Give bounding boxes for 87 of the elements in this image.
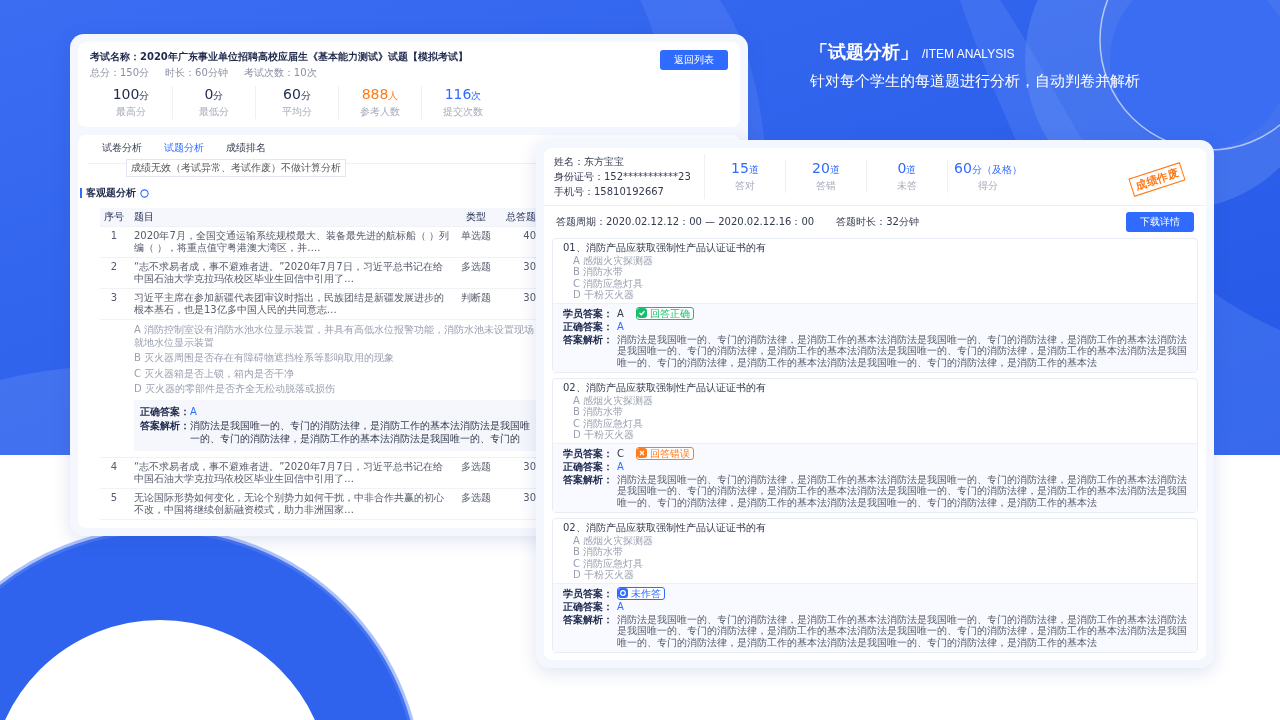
answer-option: A 消防控制室设有消防水池水位显示装置，并具有高低水位报警功能，消防水池未设置现场就地水位显示装置 bbox=[134, 324, 536, 349]
analysis-label: 答案解析： bbox=[563, 333, 613, 345]
column-header: 题目 bbox=[134, 211, 155, 223]
answer-option: C 灭火器箱是否上锁，箱内是否干净 bbox=[134, 367, 536, 380]
answer-option: D 灭火器的零部件是否齐全无松动脱落或损伤 bbox=[134, 383, 536, 396]
answer-option: C 消防应急灯具 bbox=[563, 417, 1187, 429]
answer-period: 答题周期：2020.02.12.12：00 — 2020.02.12.16：00 bbox=[556, 215, 815, 229]
section-description: 针对每个学生的每道题进行分析，自动判卷并解析 bbox=[810, 72, 1140, 91]
stat-label: 答对 bbox=[734, 179, 756, 193]
answer-value: A bbox=[190, 405, 197, 418]
answer-option: C 消防应急灯具 bbox=[563, 557, 1187, 569]
analysis-text: 消防法是我国唯一的、专门的消防法律，是消防工作的基本法消防法是我国唯一的、专门的消防法律，是消防工作的基本法消防法是我国唯一的、专门的 bbox=[190, 420, 530, 445]
stat-value: 116次 bbox=[443, 86, 483, 103]
correct-answer-label: 正确答案： bbox=[563, 321, 613, 333]
analysis-label: 答案解析： bbox=[140, 420, 190, 433]
analysis-text: 消防法是我国唯一的、专门的消防法律，是消防工作的基本法消防法是我国唯一的、专门的消防法律，是消防工作的基本法消防法是我国唯一的、专门的消防法律，是消防工作的基本法消防法是我国唯一的、专门的消防法律，是消防工作的基本法消防法是我国唯一的、专门的消防法律，是消防工作的基本法消防法是我国唯一的、专门的消防法律，是消防工作的基本法 bbox=[617, 613, 1187, 648]
answer-label: 正确答案： bbox=[140, 405, 190, 418]
result-badge: 未作答 bbox=[617, 586, 665, 600]
stat-value: 60分 bbox=[282, 86, 312, 103]
student-info: 手机号：15810192667 bbox=[554, 185, 664, 199]
answer-option: D 干粉灭火器 bbox=[563, 429, 1187, 441]
student-answer-label: 学员答案： bbox=[563, 587, 613, 599]
exam-meta: 总分：150分 bbox=[90, 66, 150, 80]
table-row[interactable]: 4 “志不求易者成，事不避难者进。”2020年7月7日，习近平总书记在给中国石油大学克拉玛依校区毕业生回信中引用了… 多选题 30 bbox=[100, 458, 536, 489]
correct-answer: A bbox=[617, 321, 624, 333]
exam-meta: 时长：60分钟 bbox=[165, 66, 228, 80]
answer-option: A 感烟火灾探测器 bbox=[563, 394, 1187, 406]
section-title: 客观题分析 bbox=[86, 186, 136, 200]
table-row[interactable]: 1 2020年7月，全国交通运输系统规模最大、装备最先进的航标船（ ）列编（ ），将重点值守粤港澳大湾区，并…. 单选题 40 bbox=[100, 227, 536, 258]
table-row[interactable]: 2 “志不求易者成，事不避难者进。”2020年7月7日，习近平总书记在给中国石油大学克拉玛依校区毕业生回信中引用了… 多选题 30 bbox=[100, 258, 536, 289]
section-heading: 「试题分析」 bbox=[810, 40, 918, 64]
stat-value: 20道 bbox=[811, 160, 841, 177]
stat-label: 参考人数 bbox=[359, 105, 401, 119]
tooltip: 成绩无效（考试异常、考试作废）不做计算分析 bbox=[126, 159, 346, 177]
answer-option: D 干粉灭火器 bbox=[563, 569, 1187, 581]
answer-option: B 灭火器周围是否存在有障碍物遮挡栓系等影响取用的现象 bbox=[134, 352, 536, 365]
answer-option: B 消防水带 bbox=[563, 266, 1187, 278]
student-info: 姓名：东方宝宝 bbox=[554, 155, 624, 169]
correct-answer: A bbox=[617, 601, 624, 613]
stat-label: 提交次数 bbox=[442, 105, 484, 119]
answer-option: C 消防应急灯具 bbox=[563, 277, 1187, 289]
question-title: 02、消防产品应获取强制性产品认证证书的有 bbox=[563, 522, 767, 534]
analysis-label: 答案解析： bbox=[563, 473, 613, 485]
question-title: 01、消防产品应获取强制性产品认证证书的有 bbox=[563, 242, 767, 254]
stat-value: 888人 bbox=[360, 86, 400, 103]
stat-label: 平均分 bbox=[281, 105, 313, 119]
stat-label: 最高分 bbox=[115, 105, 147, 119]
info-icon[interactable] bbox=[140, 188, 149, 198]
student-answer: A bbox=[617, 307, 624, 319]
column-header: 序号 bbox=[103, 211, 125, 223]
student-answer: C bbox=[617, 447, 624, 459]
answer-option: D 干粉灭火器 bbox=[563, 289, 1187, 301]
answer-option: B 消防水带 bbox=[563, 546, 1187, 558]
exam-title: 考试名称：2020年广东事业单位招聘高校应届生《基本能力测试》试题【模拟考试】 bbox=[90, 50, 468, 64]
section-subheading: /ITEM ANALYSIS bbox=[922, 47, 1015, 61]
stat-label: 最低分 bbox=[198, 105, 230, 119]
stat-label: 得分 bbox=[977, 179, 999, 193]
stat-value: 0分 bbox=[203, 86, 225, 103]
student-info: 身份证号：152***********23 bbox=[554, 170, 691, 184]
student-answer-label: 学员答案： bbox=[563, 447, 613, 459]
stat-label: 答错 bbox=[815, 179, 837, 193]
column-header: 类型 bbox=[465, 211, 487, 223]
question-title: 02、消防产品应获取强制性产品认证证书的有 bbox=[563, 382, 767, 394]
stat-value: 60分（及格） bbox=[953, 160, 1023, 177]
correct-answer-label: 正确答案： bbox=[563, 601, 613, 613]
correct-answer-label: 正确答案： bbox=[563, 461, 613, 473]
stat-label: 未答 bbox=[896, 179, 918, 193]
analysis-label: 答案解析： bbox=[563, 613, 613, 625]
correct-answer: A bbox=[617, 461, 624, 473]
result-badge: 回答正确 bbox=[635, 306, 694, 320]
exam-meta: 考试次数：10次 bbox=[243, 66, 317, 80]
answer-duration: 答题时长：32分钟 bbox=[836, 215, 919, 229]
stat-value: 15道 bbox=[730, 160, 760, 177]
back-to-list-button[interactable]: 返回列表 bbox=[660, 50, 728, 70]
answer-option: A 感烟火灾探测器 bbox=[563, 254, 1187, 266]
student-answer-label: 学员答案： bbox=[563, 307, 613, 319]
table-row[interactable]: 5 无论国际形势如何变化，无论个别势力如何干扰，中非合作共赢的初心不改，中国将继续创新融资模式，助力非洲国家… 多选题 30 bbox=[100, 489, 536, 520]
stat-value: 0道 bbox=[896, 160, 918, 177]
answer-option: A 感烟火灾探测器 bbox=[563, 534, 1187, 546]
answer-option: B 消防水带 bbox=[563, 406, 1187, 418]
download-button[interactable]: 下载详情 bbox=[1126, 212, 1194, 232]
analysis-text: 消防法是我国唯一的、专门的消防法律，是消防工作的基本法消防法是我国唯一的、专门的消防法律，是消防工作的基本法消防法是我国唯一的、专门的消防法律，是消防工作的基本法消防法是我国唯一的、专门的消防法律，是消防工作的基本法消防法是我国唯一的、专门的消防法律，是消防工作的基本法消防法是我国唯一的、专门的消防法律，是消防工作的基本法 bbox=[617, 333, 1187, 368]
table-row[interactable]: 3 习近平主席在参加新疆代表团审议时指出，民族团结是新疆发展进步的根本基石，也是13亿多中国人民的共同意志… 判断题 30 bbox=[100, 289, 536, 320]
result-badge: 回答错误 bbox=[636, 446, 694, 460]
analysis-text: 消防法是我国唯一的、专门的消防法律，是消防工作的基本法消防法是我国唯一的、专门的消防法律，是消防工作的基本法消防法是我国唯一的、专门的消防法律，是消防工作的基本法消防法是我国唯一的、专门的消防法律，是消防工作的基本法消防法是我国唯一的、专门的消防法律，是消防工作的基本法消防法是我国唯一的、专门的消防法律，是消防工作的基本法 bbox=[617, 473, 1187, 508]
stat-value: 100分 bbox=[111, 86, 151, 103]
column-header: 总答题 bbox=[505, 211, 536, 223]
